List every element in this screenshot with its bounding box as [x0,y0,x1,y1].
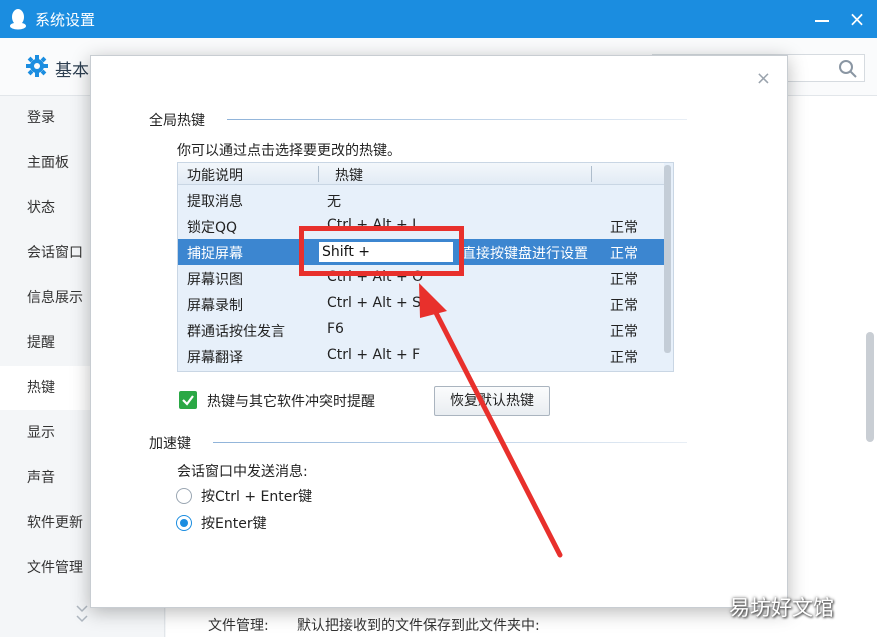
hotkey-dialog: × 全局热键 你可以通过点击选择要更改的热键。 功能说明 热键 提取消息 无 锁… [90,55,788,608]
hotkey-hint: 你可以通过点击选择要更改的热键。 [177,143,401,159]
radio-enter-label[interactable]: 按Enter键 [201,513,267,533]
column-separator [591,166,592,182]
file-management-label: 文件管理: [208,618,269,634]
table-row[interactable]: 群通话按住发言 F6 正常 [178,317,664,343]
row-function: 提取消息 [187,194,243,210]
radio-ctrl-enter-label[interactable]: 按Ctrl + Enter键 [201,486,312,506]
row-status: 正常 [610,272,638,288]
checkmark-icon [182,395,194,406]
column-header-hotkey[interactable]: 热键 [335,165,363,185]
row-hotkey: Ctrl + Alt + S [327,295,422,311]
row-status: 正常 [610,298,638,314]
watermark: 易坊好文馆 [729,596,834,620]
row-function: 锁定QQ [187,220,238,236]
file-management-description: 默认把接收到的文件保存到此文件夹中: [297,618,540,634]
basic-settings-label[interactable]: 基本 [55,56,89,81]
minimize-button[interactable] [813,10,831,28]
accelerator-keys-title: 加速键 [149,436,191,452]
row-function: 捕捉屏幕 [187,246,243,262]
conflict-reminder-checkbox[interactable] [179,391,197,409]
row-function: 群通话按住发言 [187,324,285,340]
table-row[interactable]: 屏幕翻译 Ctrl + Alt + F 正常 [178,343,664,369]
gear-icon [26,55,48,77]
section-divider [227,119,687,120]
restore-default-hotkeys-button[interactable]: 恢复默认热键 [434,386,550,416]
row-hotkey: F6 [327,321,344,337]
table-row[interactable]: 提取消息 无 [178,187,664,213]
row-function: 屏幕录制 [187,298,243,314]
table-scrollbar[interactable] [664,165,671,353]
conflict-reminder-label[interactable]: 热键与其它软件冲突时提醒 [207,391,375,411]
scroll-down-icon[interactable] [74,598,90,628]
row-status: 正常 [610,324,638,340]
row-edit-hint: 直接按键盘进行设置 [462,246,588,262]
row-function: 屏幕识图 [187,272,243,288]
radio-enter[interactable] [176,515,192,531]
send-message-label: 会话窗口中发送消息: [177,464,308,480]
close-window-button[interactable]: × [847,9,867,29]
dialog-close-button[interactable]: × [756,68,771,89]
qq-penguin-icon [10,9,26,30]
row-function: 屏幕翻译 [187,350,243,366]
radio-ctrl-enter[interactable] [176,488,192,504]
column-separator [318,166,319,182]
row-status: 正常 [610,350,638,366]
table-row[interactable]: 屏幕录制 Ctrl + Alt + S 正常 [178,291,664,317]
content-scrollbar[interactable] [866,332,874,442]
section-divider [213,442,687,443]
row-status: 正常 [610,220,638,236]
column-header-function[interactable]: 功能说明 [187,165,243,185]
global-hotkeys-title: 全局热键 [149,113,205,129]
table-header: 功能说明 热键 [178,163,664,185]
search-icon[interactable] [838,59,858,79]
row-status: 正常 [610,246,638,262]
row-hotkey: 无 [327,194,341,210]
title-bar: 系统设置 × [0,0,877,38]
annotation-highlight-box [299,226,464,276]
row-hotkey: Ctrl + Alt + F [327,347,421,363]
window-title: 系统设置 [35,11,96,29]
